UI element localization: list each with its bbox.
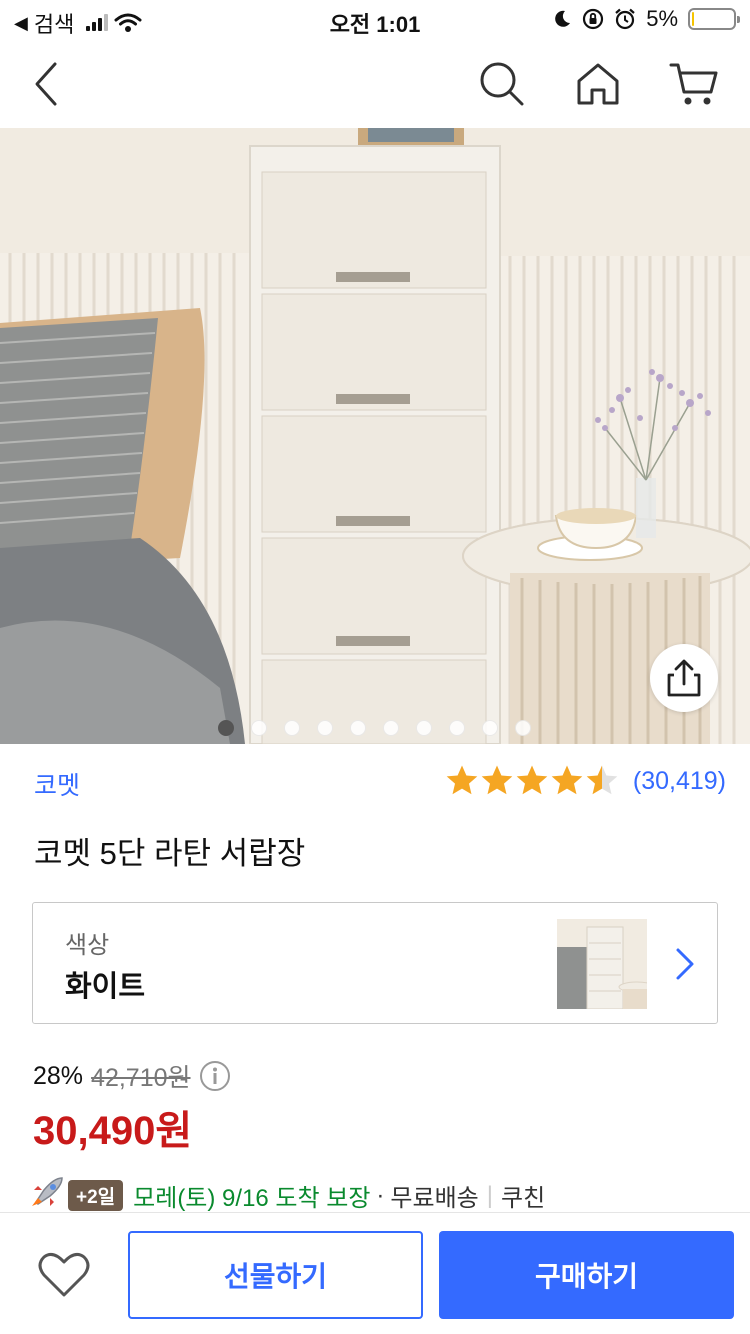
chevron-left-icon [35,62,57,106]
carousel-dot[interactable] [382,720,399,736]
info-icon[interactable] [199,1060,231,1092]
delivery-separator: | [486,1181,493,1209]
sale-price: 30,490원 [33,1109,193,1153]
delivery-eta: 모레(토) 9/16 도착 보장 [133,1185,371,1212]
top-nav [0,40,750,128]
home-icon [577,63,619,105]
bottom-action-bar: 선물하기 구매하기 [0,1212,750,1334]
search-icon [480,62,524,106]
product-title: 코멧 5단 라탄 서랍장 [34,836,306,871]
carousel-indicator [0,720,749,736]
carousel-dot[interactable] [250,720,267,736]
status-bar: ◀ 검색 오전 1:01 5% [0,0,750,40]
cart-icon [669,63,718,105]
star-rating-icon [446,765,618,795]
search-button[interactable] [476,58,528,110]
heart-icon [38,1252,90,1297]
buy-button[interactable]: 구매하기 [439,1231,734,1319]
rating[interactable]: (30,419) [445,764,726,798]
delivery-info: +2일 모레(토) 9/16 도착 보장 · 무료배송 | 쿠친 [30,1176,545,1215]
carousel-dot[interactable] [415,720,432,736]
option-value: 화이트 [65,971,146,1003]
carousel-dot[interactable] [481,720,498,736]
carousel-dot[interactable] [217,720,234,736]
brand-link[interactable]: 코멧 [34,766,80,802]
product-photo [0,128,750,744]
option-label: 색상 [65,932,110,959]
alarm-icon [615,8,635,30]
discount-row: 28% 42,710원 [33,1058,231,1094]
battery-percent: 5% [646,6,678,31]
gift-button[interactable]: 선물하기 [128,1231,423,1319]
carousel-dot[interactable] [448,720,465,736]
carousel-dot[interactable] [514,720,531,736]
share-button[interactable] [650,644,718,712]
product-image-carousel[interactable] [0,128,750,744]
orientation-lock-icon [583,8,604,30]
cart-button[interactable] [668,58,720,110]
share-icon [667,659,701,697]
option-selector[interactable]: 색상 화이트 [32,902,718,1024]
home-button[interactable] [572,58,624,110]
option-thumbnail [557,919,647,1009]
wishlist-button[interactable] [36,1247,92,1303]
discount-rate: 28% [33,1061,84,1090]
carousel-dot[interactable] [349,720,366,736]
moon-icon [555,10,571,27]
review-count[interactable]: (30,419) [633,767,726,796]
shipping-fee: 무료배송 [390,1185,479,1212]
rocket-icon [30,1176,64,1215]
carousel-dot[interactable] [316,720,333,736]
original-price: 42,710원 [91,1064,191,1092]
battery-icon [688,8,740,30]
delivery-badge: +2일 [68,1180,124,1211]
delivery-dot: · [376,1181,385,1209]
chevron-right-icon [675,947,695,986]
delivery-carrier: 쿠친 [500,1185,546,1212]
back-button[interactable] [20,58,72,110]
carousel-dot[interactable] [283,720,300,736]
